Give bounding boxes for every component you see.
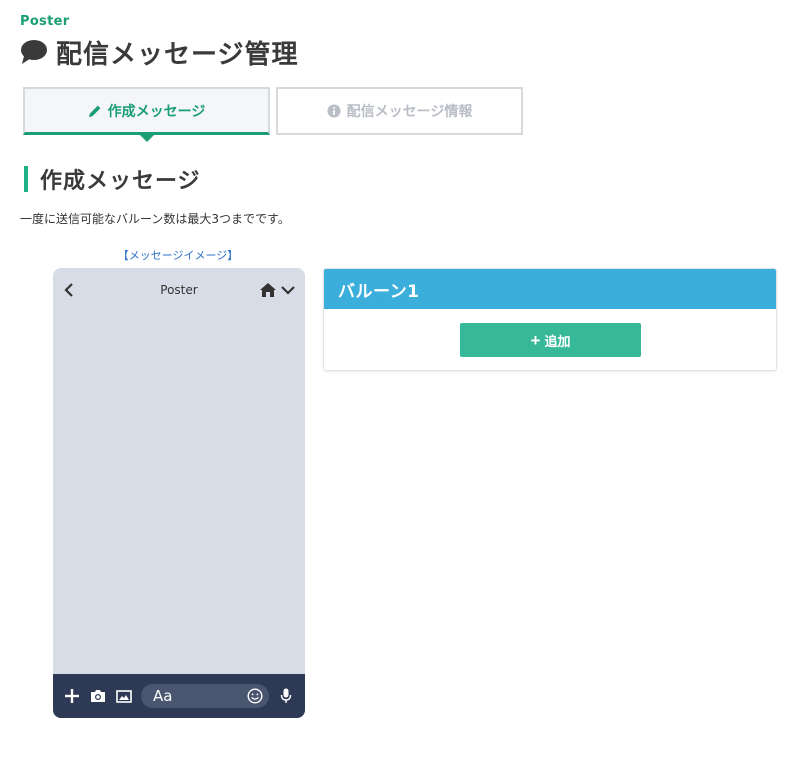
tab-delivery-info[interactable]: 配信メッセージ情報: [276, 87, 523, 135]
pencil-icon: [88, 105, 101, 117]
page-title: 配信メッセージ管理: [20, 34, 298, 70]
tab-delivery-info-label: 配信メッセージ情報: [346, 104, 473, 120]
back-chevron-icon[interactable]: [63, 283, 75, 297]
info-circle-icon: [327, 104, 341, 118]
add-content-label: 追加: [544, 333, 571, 349]
tab-created-messages-label: 作成メッセージ: [107, 103, 206, 120]
plus-icon[interactable]: [63, 687, 81, 705]
plus-icon: +: [530, 330, 541, 350]
phone-preview: Poster Aa: [53, 268, 305, 718]
phone-header: Poster: [53, 268, 305, 312]
camera-icon[interactable]: [89, 687, 107, 705]
emoji-icon[interactable]: [247, 688, 263, 704]
tab-created-messages[interactable]: 作成メッセージ: [23, 87, 270, 142]
brand-label: Poster: [20, 14, 70, 29]
add-content-button[interactable]: + 追加: [460, 323, 641, 357]
page-title-text: 配信メッセージ管理: [56, 39, 299, 70]
balloon-card: バルーン1 + 追加: [323, 268, 777, 371]
message-input[interactable]: Aa: [141, 684, 269, 708]
microphone-icon[interactable]: [277, 687, 295, 705]
balloon-header: バルーン1: [324, 269, 776, 309]
tab-bar: 作成メッセージ 配信メッセージ情報: [23, 87, 523, 142]
section-accent-bar: [24, 166, 28, 192]
chat-bubble-icon: [21, 40, 47, 64]
message-preview-label: 【メッセージイメージ】: [117, 249, 239, 262]
section-heading: 作成メッセージ: [24, 164, 201, 194]
home-icon[interactable]: [259, 282, 277, 298]
section-heading-text: 作成メッセージ: [40, 169, 201, 194]
message-input-placeholder: Aa: [153, 687, 173, 705]
image-icon[interactable]: [115, 687, 133, 705]
phone-input-bar: Aa: [53, 674, 305, 718]
chevron-down-icon[interactable]: [281, 284, 295, 296]
balloon-limit-description: 一度に送信可能なバルーン数は最大3つまでです。: [20, 212, 290, 226]
